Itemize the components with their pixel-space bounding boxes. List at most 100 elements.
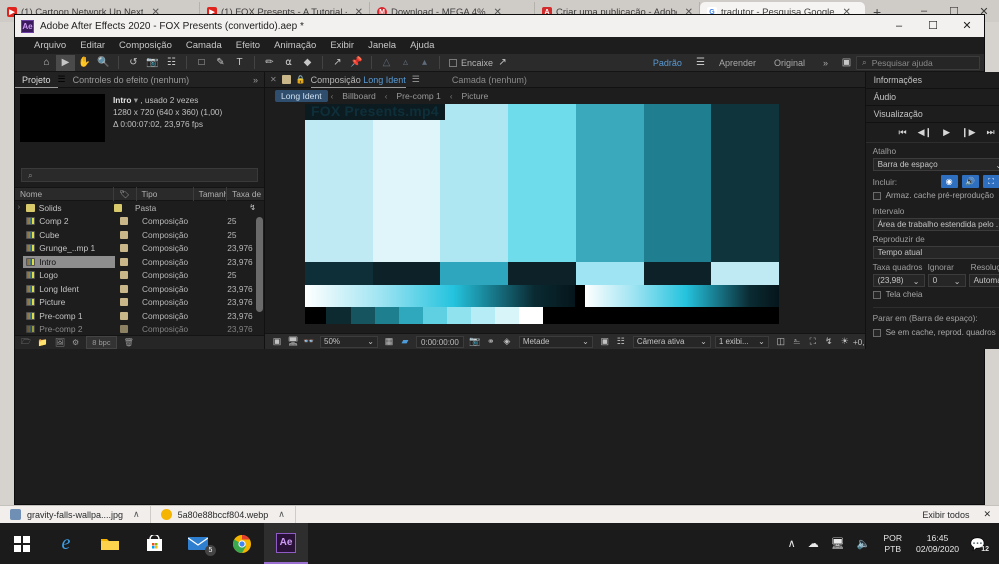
grid-guides-icon[interactable]: ▦ <box>381 336 397 347</box>
chevron-up-icon[interactable]: ∧ <box>133 509 140 520</box>
exposure-value[interactable]: +0, <box>853 337 865 347</box>
include-audio-icon[interactable]: 🔊 <box>961 175 979 188</box>
shortcut-select[interactable]: Barra de espaço ⌄ <box>872 158 999 171</box>
clock[interactable]: 16:45 02/09/2020 <box>909 533 966 554</box>
fast-preview-icon[interactable]: ⎁ <box>789 336 805 347</box>
brush-tool-icon[interactable]: ✏ <box>260 55 279 71</box>
roto-brush-tool-icon[interactable]: ↗ <box>328 55 347 71</box>
composition-panel-menu-icon[interactable]: ☰ <box>406 74 426 85</box>
column-tipo[interactable]: Tipo <box>137 187 194 201</box>
project-row-label[interactable] <box>115 298 137 307</box>
camera-tool-icon[interactable]: 📷 <box>143 55 162 71</box>
new-folder-icon[interactable]: 🗁 <box>21 336 31 350</box>
twirl-icon[interactable]: › <box>15 204 23 211</box>
resolution-select[interactable]: Metade ⌄ <box>518 335 593 348</box>
puppet-pin-tool-icon[interactable]: 📌 <box>347 55 366 71</box>
delete-icon[interactable]: 🗑 <box>124 338 134 347</box>
project-row-label[interactable] <box>109 203 130 212</box>
eraser-tool-icon[interactable]: ◆ <box>298 55 317 71</box>
menu-efeito[interactable]: Efeito <box>229 40 267 51</box>
breadcrumb-long-ident[interactable]: Long Ident <box>275 90 328 102</box>
info-panel-header[interactable]: Informações <box>865 72 999 89</box>
tab-controles-do-efeito[interactable]: Controles do efeito (nenhum) <box>66 72 197 88</box>
onedrive-icon[interactable]: ☁ <box>802 537 825 550</box>
puppet-overlap-tool-icon[interactable]: ▵ <box>396 55 415 71</box>
project-row-label[interactable] <box>115 217 137 226</box>
ae-close-button[interactable]: ✕ <box>950 15 984 37</box>
snap-checkbox-icon[interactable] <box>449 58 457 67</box>
region-of-interest-icon[interactable]: ▰ <box>397 336 413 347</box>
project-row[interactable]: › Solids Pasta ↯ <box>15 201 264 215</box>
snap-toggle[interactable]: Encaixe <box>445 58 493 68</box>
close-panel-icon[interactable]: ✕ <box>265 75 282 84</box>
project-row[interactable]: Cube Composição 25 <box>15 228 264 242</box>
menu-camada[interactable]: Camada <box>179 40 229 51</box>
pixel-aspect-icon[interactable]: ◫ <box>773 336 789 347</box>
previous-frame-button[interactable]: ◀❙ <box>918 127 932 138</box>
project-row[interactable]: Comp 2 Composição 25 <box>15 215 264 229</box>
show-snapshot-icon[interactable]: ⚭ <box>483 336 499 347</box>
pan-behind-tool-icon[interactable]: ☷ <box>162 55 181 71</box>
after-effects-taskbar-icon[interactable]: Ae <box>264 523 308 564</box>
start-button[interactable] <box>0 523 44 564</box>
project-search-input[interactable]: ⌕ <box>21 168 258 182</box>
menu-arquivo[interactable]: Arquivo <box>27 40 73 51</box>
selection-tool-icon[interactable]: ▶ <box>56 54 75 71</box>
rotation-tool-icon[interactable]: ↺ <box>124 55 143 71</box>
project-row-label[interactable] <box>115 244 137 253</box>
framerate-select[interactable]: (23,98) ⌄ <box>872 274 925 287</box>
playfrom-select[interactable]: Tempo atual ⌄ <box>872 246 999 259</box>
project-row-label[interactable] <box>115 284 137 293</box>
last-frame-button[interactable]: ⏭ <box>987 127 995 138</box>
action-center-icon[interactable]: 💬 12 <box>966 537 993 553</box>
ae-minimize-button[interactable]: – <box>882 15 916 37</box>
breadcrumb-billboard[interactable]: Billboard <box>336 90 381 102</box>
preview-panel-header[interactable]: Visualização ☰ <box>865 106 999 123</box>
project-settings-icon[interactable]: 🖼 <box>55 338 65 347</box>
microsoft-store-taskbar-icon[interactable] <box>132 523 176 564</box>
comp-flowchart-icon[interactable]: ↯ <box>821 336 837 347</box>
project-scrollbar[interactable] <box>256 217 263 312</box>
bit-depth-button[interactable]: 8 bpc <box>86 336 117 349</box>
workspace-menu-icon[interactable]: ☰ <box>691 55 710 71</box>
project-row[interactable]: Long Ident Composição 23,976 <box>15 282 264 296</box>
preview-resolution-select[interactable]: Automá... ⌄ <box>968 274 999 287</box>
project-row[interactable]: Logo Composição 25 <box>15 269 264 283</box>
views-select[interactable]: 1 exibi... ⌄ <box>714 335 769 348</box>
next-frame-button[interactable]: ❙▶ <box>961 127 975 138</box>
text-tool-icon[interactable]: T <box>230 55 249 71</box>
home-tool-icon[interactable]: ⌂ <box>37 55 56 71</box>
camera-select[interactable]: Câmera ativa ⌄ <box>632 335 711 348</box>
project-row-label[interactable] <box>115 230 137 239</box>
language-indicator[interactable]: POR PTB <box>876 533 909 554</box>
ae-maximize-button[interactable]: ☐ <box>916 15 950 37</box>
hand-tool-icon[interactable]: ✋ <box>75 55 94 71</box>
menu-animacao[interactable]: Animação <box>267 40 323 51</box>
audio-panel-header[interactable]: Áudio <box>865 89 999 106</box>
project-row-label[interactable] <box>115 271 137 280</box>
include-overlays-icon[interactable]: ⛶ <box>982 175 999 188</box>
clone-stamp-tool-icon[interactable]: ⍺ <box>279 55 298 71</box>
menu-composicao[interactable]: Composição <box>112 40 179 51</box>
checkbox-icon[interactable] <box>872 191 881 200</box>
play-button[interactable]: ▶ <box>943 127 950 138</box>
project-panel-menu-icon[interactable]: ☰ <box>58 74 66 85</box>
chrome-taskbar-icon[interactable] <box>220 523 264 564</box>
share-tree-icon[interactable]: ↯ <box>249 203 264 212</box>
project-row-label[interactable] <box>115 325 137 334</box>
cache-preroll-checkbox[interactable]: Armaz. cache pré-reprodução <box>866 188 999 203</box>
show-all-downloads-button[interactable]: Exibir todos <box>922 510 969 520</box>
help-search-input[interactable]: ⌕ Pesquisar ajuda <box>856 55 980 70</box>
tab-projeto[interactable]: Projeto <box>15 72 58 88</box>
edge-taskbar-icon[interactable]: e <box>44 523 88 564</box>
menu-exibir[interactable]: Exibir <box>323 40 361 51</box>
range-select[interactable]: Área de trabalho estendida pelo ... ⌄ <box>872 218 999 231</box>
region-interest-toggle-icon[interactable]: ▣ <box>597 336 613 347</box>
stopat-checkbox[interactable]: Se em cache, reprod. quadros <box>866 325 999 340</box>
volume-icon[interactable]: 🔈 <box>851 537 877 550</box>
project-row-label[interactable] <box>115 257 137 266</box>
new-composition-icon[interactable]: 📁 <box>38 338 48 347</box>
workspace-aprender[interactable]: Aprender <box>710 58 765 68</box>
breadcrumb-pre-comp-1[interactable]: Pre-comp 1 <box>390 90 446 102</box>
column-label-icon[interactable]: 🏷 <box>114 187 137 201</box>
